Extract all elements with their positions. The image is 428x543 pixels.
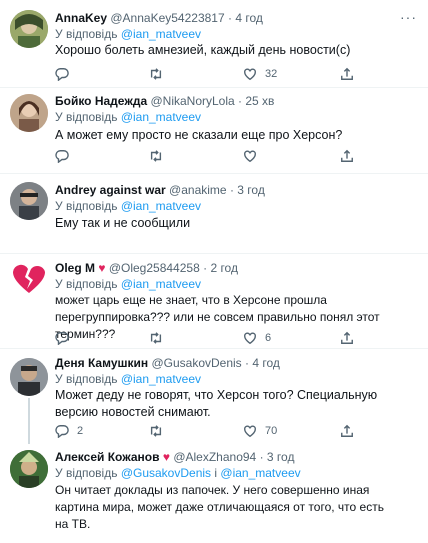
tweet-text: Ему так и не сообщили [55, 216, 191, 230]
tweet-header: AnnaKey @AnnaKey54223817 · 4 год [55, 11, 263, 25]
author-handle[interactable]: @NikaNoryLola [150, 94, 234, 108]
retweet-icon [150, 68, 162, 80]
avatar[interactable] [10, 260, 48, 298]
tweet-text: Он читает доклады из папочек. У него сов… [55, 483, 384, 531]
more-options-icon[interactable]: ··· [400, 10, 416, 28]
tweet-text: Хорошо болеть амнезией, каждый день ново… [55, 43, 351, 57]
tweet-header: Бойко Надежда @NikaNoryLola · 25 хв [55, 94, 275, 108]
tweet-actions: 32 [55, 66, 375, 82]
avatar[interactable] [10, 10, 48, 48]
avatar[interactable] [10, 358, 48, 396]
timestamp[interactable]: 25 хв [245, 94, 274, 108]
retweet-icon [150, 150, 162, 162]
mention-link[interactable]: @GusakovDenis [121, 466, 211, 480]
mention-link[interactable]: @ian_matveev [121, 110, 201, 124]
reply-button[interactable] [55, 330, 77, 346]
avatar[interactable] [10, 450, 48, 488]
retweet-button[interactable] [149, 423, 171, 439]
tweet-annakey[interactable]: AnnaKey @AnnaKey54223817 · 4 год ··· У в… [0, 0, 428, 88]
avatar[interactable] [10, 94, 48, 132]
author-handle[interactable]: @anakime [169, 183, 227, 197]
heart-icon [244, 332, 256, 345]
tweet-olegm[interactable]: Oleg M ♥ @Oleg25844258 · 2 год У відпові… [0, 254, 428, 348]
reply-context: У відповідь @ian_matveev [55, 199, 202, 213]
mention-link[interactable]: @ian_matveev [121, 27, 201, 41]
author-handle[interactable]: @Oleg25844258 [109, 261, 200, 275]
timestamp[interactable]: 4 год [235, 11, 263, 25]
share-icon [341, 331, 353, 344]
mention-link[interactable]: @ian_matveev [121, 277, 201, 291]
broken-heart-emoji-icon: ♥ [162, 450, 170, 464]
mention-link[interactable]: @ian_matveev [121, 199, 201, 213]
author-name[interactable]: AnnaKey [55, 11, 107, 25]
timestamp[interactable]: 4 год [252, 356, 280, 370]
comment-icon [55, 68, 69, 81]
author-name[interactable]: Oleg M [55, 261, 95, 275]
retweet-button[interactable] [149, 148, 171, 164]
tweet-header: Алексей Кожанов ♥ @AlexZhano94 · 3 год [55, 450, 295, 464]
tweet-text: Может деду не говорят, что Херсон того? … [55, 388, 378, 419]
like-button[interactable]: 32 [243, 66, 277, 82]
like-button[interactable] [243, 148, 265, 164]
reply-context: У відповідь @GusakovDenis і @ian_matveev [55, 466, 301, 480]
share-icon [341, 67, 353, 80]
reply-context: У відповідь @ian_matveev [55, 372, 202, 386]
author-name[interactable]: Бойко Надежда [55, 94, 147, 108]
reply-context: У відповідь @ian_matveev [55, 277, 202, 291]
divider [0, 348, 428, 349]
share-icon [341, 424, 353, 437]
share-icon [341, 149, 353, 162]
heart-icon [244, 425, 256, 438]
timestamp[interactable]: 3 год [267, 450, 295, 464]
like-button[interactable]: 6 [243, 330, 271, 346]
heart-icon [244, 150, 256, 163]
reply-button[interactable] [55, 148, 77, 164]
retweet-button[interactable] [149, 66, 171, 82]
retweet-button[interactable] [149, 330, 171, 346]
tweet-boyko[interactable]: Бойко Надежда @NikaNoryLola · 25 хв У ві… [0, 88, 428, 174]
mention-link[interactable]: @ian_matveev [121, 372, 201, 386]
tweet-header: Oleg M ♥ @Oleg25844258 · 2 год [55, 261, 238, 275]
reply-button[interactable] [55, 66, 77, 82]
tweet-actions: 2 70 [55, 423, 375, 439]
reply-context: У відповідь @ian_matveev [55, 110, 202, 124]
broken-heart-icon [13, 264, 45, 293]
share-button[interactable] [340, 66, 354, 82]
author-name[interactable]: Andrey against war [55, 183, 166, 197]
comment-icon [55, 332, 69, 345]
share-button[interactable] [340, 423, 354, 439]
tweet-text: А может ему просто не сказали еще про Хе… [55, 128, 343, 142]
broken-heart-emoji-icon: ♥ [98, 261, 106, 275]
tweet-aleksey[interactable]: Алексей Кожанов ♥ @AlexZhano94 · 3 год У… [0, 442, 428, 543]
retweet-icon [150, 425, 162, 437]
like-button[interactable]: 70 [243, 423, 277, 439]
tweet-header: Andrey against war @anakime · 3 год [55, 183, 265, 197]
reply-button[interactable]: 2 [55, 423, 83, 439]
author-name[interactable]: Алексей Кожанов [55, 450, 160, 464]
timestamp[interactable]: 2 год [210, 261, 238, 275]
comment-icon [55, 425, 69, 438]
share-button[interactable] [340, 330, 354, 346]
mention-link[interactable]: @ian_matveev [220, 466, 300, 480]
share-button[interactable] [340, 148, 354, 164]
reply-context: У відповідь @ian_matveev [55, 27, 202, 41]
timestamp[interactable]: 3 год [237, 183, 265, 197]
tweet-header: Деня Камушкин @GusakovDenis · 4 год [55, 356, 280, 370]
retweet-icon [150, 332, 162, 344]
thread-line [28, 398, 30, 444]
heart-icon [244, 68, 256, 81]
avatar[interactable] [10, 182, 48, 220]
author-handle[interactable]: @AnnaKey54223817 [110, 11, 224, 25]
tweet-andrey[interactable]: Andrey against war @anakime · 3 год У ві… [0, 174, 428, 254]
tweet-actions [55, 148, 375, 164]
author-handle[interactable]: @AlexZhano94 [173, 450, 256, 464]
tweet-actions: 6 [55, 330, 375, 346]
author-name[interactable]: Деня Камушкин [55, 356, 148, 370]
comment-icon [55, 150, 69, 163]
author-handle[interactable]: @GusakovDenis [151, 356, 241, 370]
tweet-denya[interactable]: Деня Камушкин @GusakovDenis · 4 год У ві… [0, 348, 428, 444]
